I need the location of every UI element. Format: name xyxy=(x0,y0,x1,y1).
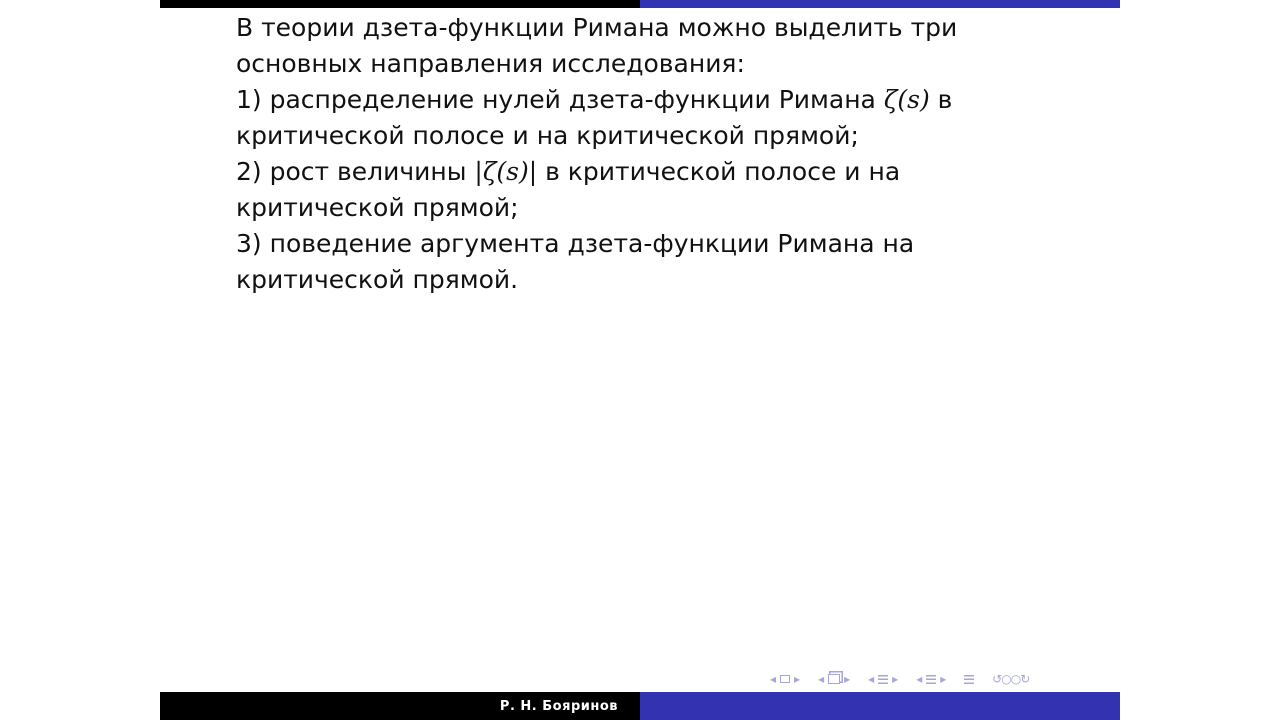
search-icon[interactable]: ↺○○↻ xyxy=(992,672,1030,686)
footer-blue-panel xyxy=(640,692,1120,720)
item-1-text-before: 1) распределение нулей дзета-функции Рим… xyxy=(236,85,884,114)
nav-section-end-group: ◂ ▸ xyxy=(914,672,948,686)
paragraph-intro: В теории дзета-функции Римана можно выде… xyxy=(236,10,1066,82)
item-2-math-abs-zeta: |ζ(s)| xyxy=(474,157,538,186)
nav-search-group: ↺○○↻ xyxy=(990,672,1031,686)
slide-content: В теории дзета-функции Римана можно выде… xyxy=(236,10,1066,298)
next-section-end-icon[interactable]: ▸ xyxy=(940,672,946,686)
footer-author-panel: Р. Н. Бояринов xyxy=(160,692,640,720)
top-bar xyxy=(160,0,1120,8)
prev-subsection-icon[interactable]: ◂ xyxy=(818,672,824,686)
top-bar-dark-segment xyxy=(160,0,640,8)
nav-section-group: ◂ ▸ xyxy=(866,672,900,686)
footer-bar: Р. Н. Бояринов xyxy=(160,692,1120,720)
item-2-text-before: 2) рост величины xyxy=(236,157,475,186)
appendix-icon[interactable] xyxy=(964,674,975,684)
footer-author: Р. Н. Бояринов xyxy=(499,698,618,714)
subsection-icon[interactable] xyxy=(828,674,841,684)
slide: В теории дзета-функции Римана можно выде… xyxy=(160,0,1120,720)
section-icon[interactable] xyxy=(878,674,889,684)
prev-frame-icon[interactable]: ◂ xyxy=(770,672,776,686)
section-end-icon[interactable] xyxy=(926,674,937,684)
item-1-math-zeta: ζ(s) xyxy=(883,85,930,114)
top-bar-blue-segment xyxy=(640,0,1120,8)
prev-section-icon[interactable]: ◂ xyxy=(868,672,874,686)
frame-icon[interactable] xyxy=(780,675,791,683)
paragraph-item-1: 1) распределение нулей дзета-функции Рим… xyxy=(236,82,1066,154)
paragraph-intro-text: В теории дзета-функции Римана можно выде… xyxy=(236,13,958,78)
next-subsection-icon[interactable]: ▸ xyxy=(844,672,850,686)
next-section-icon[interactable]: ▸ xyxy=(892,672,898,686)
paragraph-item-3: 3) поведение аргумента дзета-функции Рим… xyxy=(236,226,1066,298)
paragraph-item-2: 2) рост величины |ζ(s)| в критической по… xyxy=(236,154,1066,226)
next-frame-icon[interactable]: ▸ xyxy=(794,672,800,686)
nav-appendix-group xyxy=(962,674,976,684)
item-3-text: 3) поведение аргумента дзета-функции Рим… xyxy=(236,229,915,294)
beamer-navigation-bar: ◂ ▸ ◂ ▸ ◂ ▸ ◂ ▸ ↺○○↻ xyxy=(768,670,1045,688)
nav-frame-group: ◂ ▸ xyxy=(768,672,802,686)
nav-subsection-group: ◂ ▸ xyxy=(816,672,852,686)
prev-section-end-icon[interactable]: ◂ xyxy=(916,672,922,686)
